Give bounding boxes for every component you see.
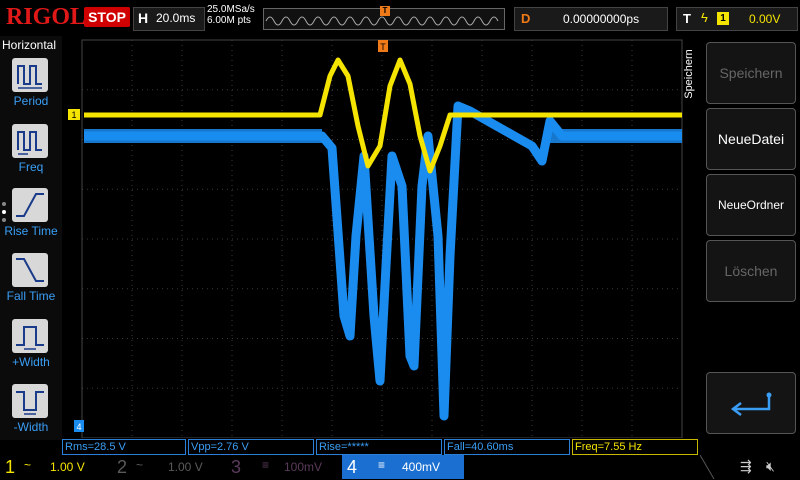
acquisition-info: 25.0MSa/s 6.00M pts xyxy=(207,4,255,26)
ch3-scale: 100mV xyxy=(284,460,323,474)
trigger-source: 1 xyxy=(717,12,729,25)
delay-letter: D xyxy=(521,11,531,26)
ch2-coupling: ~ xyxy=(136,458,144,472)
freq-icon xyxy=(12,124,48,158)
timebase-box[interactable]: H 20.0ms xyxy=(133,7,205,31)
mute-icon[interactable]: 🔇︎ xyxy=(766,458,775,475)
rise-time-label: Rise Time xyxy=(4,224,58,238)
ch1-coupling: ~ xyxy=(24,458,32,472)
measure-vpp: Vpp=2.76 V xyxy=(188,439,314,455)
timebase-value: 20.0ms xyxy=(156,11,196,25)
ch1-level-marker[interactable]: 1 xyxy=(68,109,80,120)
measure-negative-width[interactable]: -Width xyxy=(0,384,62,446)
trigger-level: 0.00V xyxy=(749,12,781,26)
trigger-time-marker[interactable]: T xyxy=(378,40,388,52)
measure-positive-width[interactable]: +Width xyxy=(0,319,62,381)
ch4-scale: 400mV xyxy=(402,460,441,474)
ch4-coupling: ≡ xyxy=(378,458,386,472)
channel-4-status[interactable]: 4 ≡ 400mV xyxy=(342,455,464,479)
positive-width-icon xyxy=(12,319,48,353)
ch3-coupling: ≡ xyxy=(262,458,270,472)
channel-3-status[interactable]: 3 ≡ 100mV xyxy=(226,455,338,479)
return-arrow-icon xyxy=(730,392,772,416)
rising-edge-icon: ϟ xyxy=(701,10,708,25)
run-stop-status[interactable]: STOP xyxy=(84,7,130,27)
channel-1-status[interactable]: 1 ~ 1.00 V xyxy=(0,455,110,479)
bar-decoration xyxy=(700,455,715,479)
positive-width-label: +Width xyxy=(12,355,50,369)
rise-time-icon xyxy=(12,188,48,222)
waveform-display: 1 4 T xyxy=(62,36,700,438)
delay-box[interactable]: D 0.00000000ps xyxy=(514,7,668,31)
freq-label: Freq xyxy=(18,160,44,174)
negative-width-icon xyxy=(12,384,48,418)
menu-page-dots xyxy=(2,198,8,226)
sample-rate: 25.0MSa/s xyxy=(207,4,255,15)
measure-freq-value: Freq=7.55 Hz xyxy=(572,439,698,455)
left-menu-title: Horizontal xyxy=(2,38,57,52)
return-button[interactable] xyxy=(706,372,796,434)
right-menu-title: Speichern xyxy=(682,49,695,99)
fall-time-label: Fall Time xyxy=(6,289,56,303)
save-button[interactable]: Speichern xyxy=(706,42,796,104)
measure-freq[interactable]: Freq xyxy=(0,124,62,186)
measure-rise: Rise=***** xyxy=(316,439,442,455)
ch4-level-marker[interactable]: 4 xyxy=(74,420,84,432)
trigger-letter: T xyxy=(683,11,691,26)
negative-width-label: -Width xyxy=(13,420,49,434)
rigol-logo: RIGOL xyxy=(6,4,87,30)
new-file-button[interactable]: NeueDatei xyxy=(706,108,796,170)
measure-fall: Fall=40.60ms xyxy=(444,439,570,455)
delete-button[interactable]: Löschen xyxy=(706,240,796,302)
svg-text:4: 4 xyxy=(76,422,81,432)
svg-text:1: 1 xyxy=(71,110,76,120)
measure-period[interactable]: Period xyxy=(0,58,62,120)
trigger-box[interactable]: T ϟ 1 0.00V xyxy=(676,7,798,31)
usb-icon: ⇶ xyxy=(740,458,752,474)
left-measure-menu: Horizontal Period Freq Rise Time Fall Ti… xyxy=(0,36,62,440)
fall-time-icon xyxy=(12,253,48,287)
ch2-scale: 1.00 V xyxy=(168,460,203,474)
trigger-position-marker: T xyxy=(380,6,390,16)
period-icon xyxy=(12,58,48,92)
top-bar: RIGOL STOP H 20.0ms 25.0MSa/s 6.00M pts … xyxy=(0,0,800,36)
delay-value: 0.00000000ps xyxy=(563,12,640,26)
ch1-scale: 1.00 V xyxy=(50,460,85,474)
new-folder-button[interactable]: NeueOrdner xyxy=(706,174,796,236)
channel-bar: 1 ~ 1.00 V 2 ~ 1.00 V 3 ≡ 100mV 4 ≡ 400m… xyxy=(0,455,800,480)
measure-rise-time[interactable]: Rise Time xyxy=(0,188,62,250)
measure-rms: Rms=28.5 V xyxy=(62,439,186,455)
channel-2-status[interactable]: 2 ~ 1.00 V xyxy=(112,455,222,479)
period-label: Period xyxy=(13,94,49,108)
svg-text:T: T xyxy=(380,42,386,52)
timebase-letter: H xyxy=(138,10,149,26)
memory-depth: 6.00M pts xyxy=(207,15,251,26)
measure-fall-time[interactable]: Fall Time xyxy=(0,253,62,315)
